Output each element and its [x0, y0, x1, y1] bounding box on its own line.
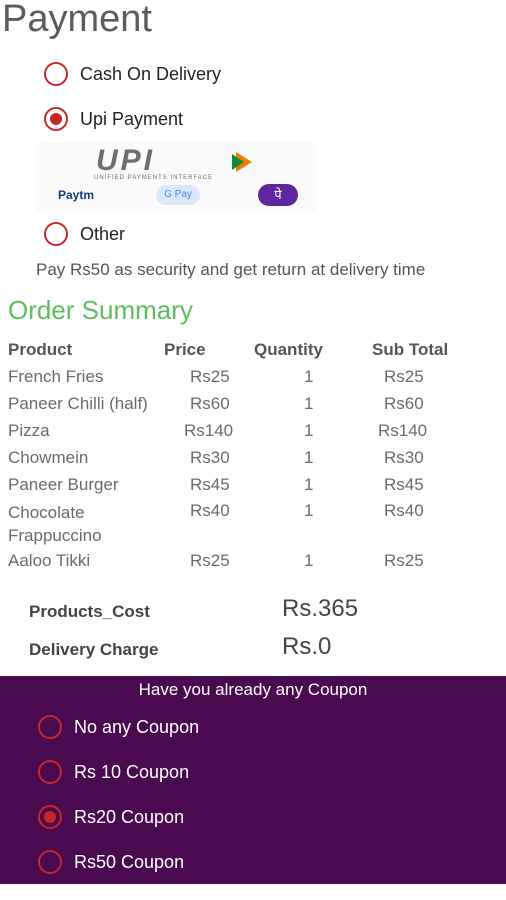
payment-option-upi[interactable]: Upi Payment — [44, 107, 183, 131]
cell-subtotal: Rs45 — [384, 475, 424, 494]
paytm-logo: Paytm — [58, 188, 95, 202]
security-note: Pay Rs50 as security and get return at d… — [36, 260, 426, 279]
upi-brand-text: UPI — [96, 144, 156, 177]
cell-price: Rs30 — [190, 448, 230, 467]
radio-dot-icon — [44, 811, 56, 823]
coupon-option-rs50[interactable]: Rs50 Coupon — [38, 850, 184, 874]
cell-subtotal: Rs25 — [384, 551, 424, 570]
cell-price: Rs40 — [190, 501, 230, 520]
payment-option-label: Other — [80, 223, 126, 244]
column-header-quantity: Quantity — [254, 340, 323, 359]
cell-qty: 1 — [304, 394, 314, 413]
cell-price: Rs25 — [190, 551, 230, 570]
coupon-option-rs20[interactable]: Rs20 Coupon — [38, 805, 184, 829]
phonepe-logo: पे — [258, 184, 298, 206]
upi-logo-image: UPI UNIFIED PAYMENTS INTERFACE Paytm G P… — [36, 142, 316, 212]
coupon-panel: Have you already any Coupon No any Coupo… — [0, 676, 506, 884]
coupon-option-label: Rs 10 Coupon — [74, 761, 190, 782]
cell-product: Pizza — [8, 421, 50, 440]
column-header-price: Price — [164, 340, 206, 359]
cell-qty: 1 — [304, 367, 314, 386]
cell-qty: 1 — [304, 421, 314, 440]
coupon-option-label: No any Coupon — [74, 716, 200, 737]
cell-product: Paneer Chilli (half) — [8, 394, 148, 413]
cell-subtotal: Rs30 — [384, 448, 424, 467]
radio-unchecked-icon[interactable] — [38, 760, 62, 784]
cell-price: Rs25 — [190, 367, 230, 386]
coupon-option-label: Rs50 Coupon — [74, 851, 185, 872]
products-cost-label: Products_Cost — [29, 602, 150, 621]
cell-qty: 1 — [304, 551, 314, 570]
cell-qty: 1 — [304, 448, 314, 467]
payment-option-cash-on-delivery[interactable]: Cash On Delivery — [44, 62, 221, 86]
cell-product: Chocolate Frappuccino — [8, 503, 102, 545]
cell-price: Rs45 — [190, 475, 230, 494]
payment-option-other[interactable]: Other — [44, 222, 125, 246]
order-summary-title: Order Summary — [8, 295, 193, 325]
cell-product: Aaloo Tikki — [8, 551, 91, 570]
cell-product: Chowmein — [8, 448, 89, 467]
cell-product: Paneer Burger — [8, 475, 119, 494]
cell-subtotal: Rs140 — [378, 421, 428, 440]
radio-unchecked-icon[interactable] — [44, 222, 68, 246]
radio-unchecked-icon[interactable] — [44, 62, 68, 86]
cell-qty: 1 — [304, 475, 314, 494]
radio-unchecked-icon[interactable] — [38, 850, 62, 874]
cell-product: French Fries — [8, 367, 104, 386]
cell-qty: 1 — [304, 501, 314, 520]
coupon-option-none[interactable]: No any Coupon — [38, 715, 199, 739]
gpay-logo: G Pay — [156, 185, 200, 205]
cell-price: Rs140 — [184, 421, 234, 440]
page-title: Payment — [2, 0, 152, 40]
radio-checked-icon[interactable] — [38, 805, 62, 829]
payment-option-label: Cash On Delivery — [80, 63, 222, 84]
radio-unchecked-icon[interactable] — [38, 715, 62, 739]
payment-option-label: Upi Payment — [80, 108, 184, 129]
column-header-subtotal: Sub Total — [372, 340, 449, 359]
column-header-product: Product — [8, 340, 73, 359]
coupon-title: Have you already any Coupon — [138, 680, 368, 699]
cell-subtotal: Rs60 — [384, 394, 424, 413]
delivery-charge-label: Delivery Charge — [29, 640, 159, 659]
coupon-option-rs10[interactable]: Rs 10 Coupon — [38, 760, 189, 784]
radio-dot-icon — [50, 113, 62, 125]
radio-checked-icon[interactable] — [44, 107, 68, 131]
cell-subtotal: Rs25 — [384, 367, 424, 386]
coupon-option-label: Rs20 Coupon — [74, 806, 185, 827]
cell-price: Rs60 — [190, 394, 230, 413]
delivery-charge-value: Rs.0 — [282, 633, 332, 660]
products-cost-value: Rs.365 — [282, 595, 359, 622]
cell-subtotal: Rs40 — [384, 501, 424, 520]
upi-arrow-icon — [232, 154, 244, 170]
upi-tagline: UNIFIED PAYMENTS INTERFACE — [94, 175, 214, 181]
